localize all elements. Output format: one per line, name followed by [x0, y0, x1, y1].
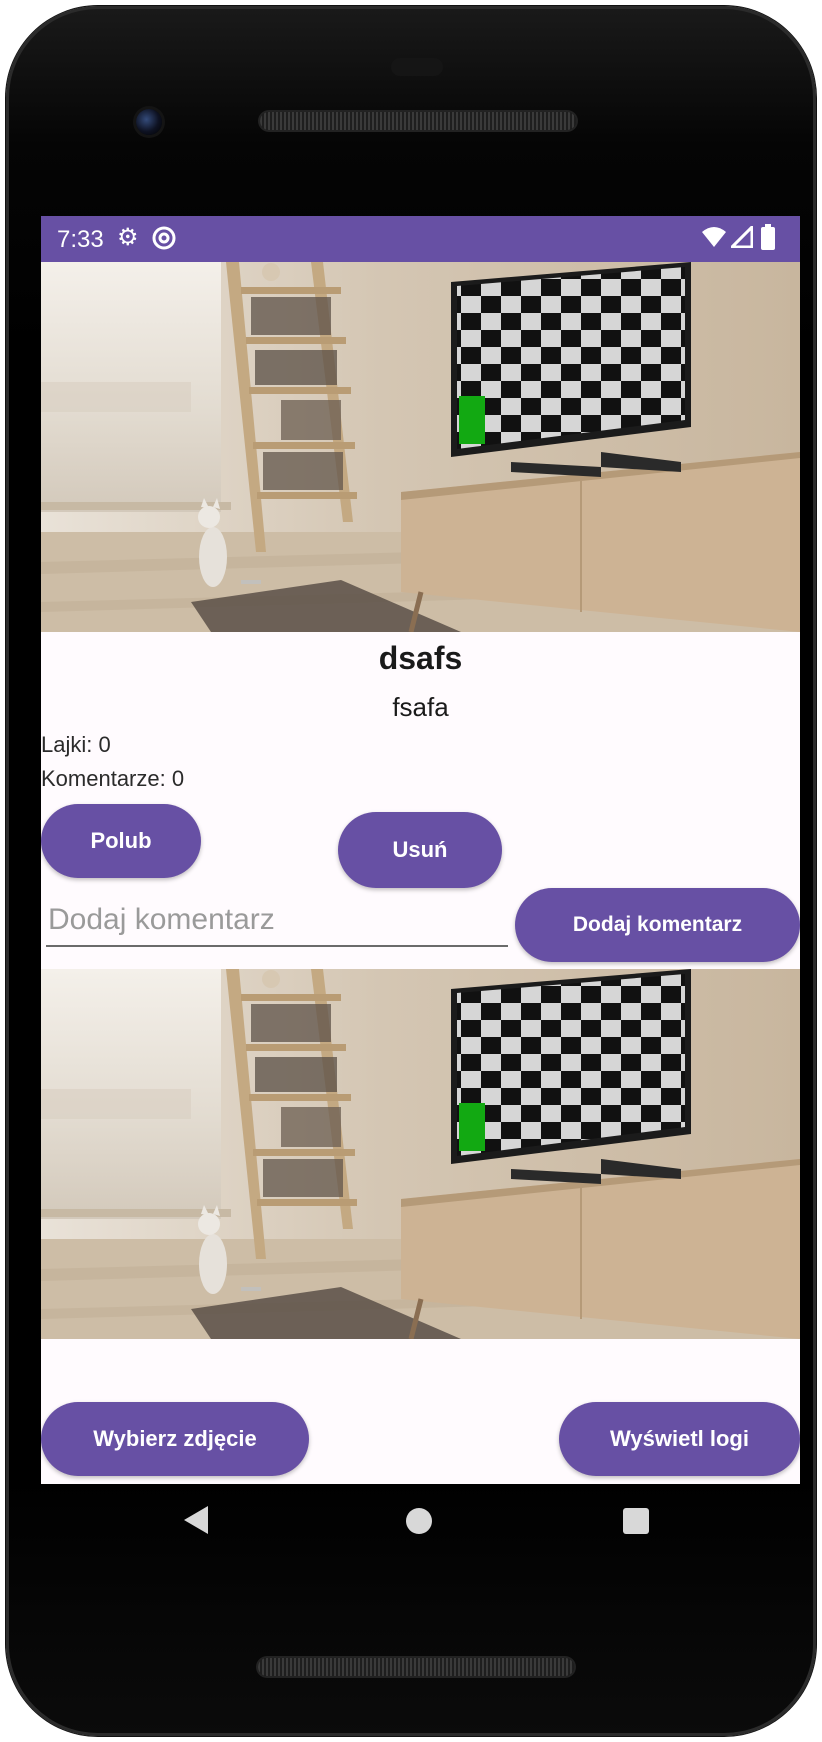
show-logs-button[interactable]: Wyświetl logi — [559, 1402, 800, 1476]
post-image-2 — [41, 969, 800, 1339]
signal-icon — [728, 223, 754, 255]
add-comment-button[interactable]: Dodaj komentarz — [515, 888, 800, 962]
post-title: dsafs — [378, 640, 463, 676]
post-description: fsafa — [392, 692, 449, 722]
earpiece-speaker — [260, 112, 576, 130]
comment-input[interactable] — [46, 895, 508, 947]
status-bar: 7:33 ⚙ — [41, 216, 800, 262]
comments-count: Komentarze: 0 — [41, 766, 185, 791]
recents-icon[interactable] — [623, 1508, 649, 1534]
battery-icon — [761, 224, 775, 257]
like-button[interactable]: Polub — [41, 804, 201, 878]
phone-frame: 7:33 ⚙ dsafs fsafa Lajki: 0 Komentarze: … — [6, 6, 816, 1736]
post-image — [41, 262, 800, 632]
back-icon[interactable] — [184, 1506, 208, 1534]
wifi-icon — [701, 226, 727, 255]
likes-count: Lajki: 0 — [41, 732, 111, 757]
delete-button[interactable]: Usuń — [338, 812, 502, 888]
app-screen: 7:33 ⚙ dsafs fsafa Lajki: 0 Komentarze: … — [41, 216, 800, 1484]
gear-icon: ⚙ — [117, 224, 139, 251]
status-time: 7:33 — [57, 226, 104, 253]
proximity-sensor — [391, 58, 443, 76]
front-camera — [136, 109, 162, 135]
bottom-speaker — [258, 1658, 574, 1676]
choose-photo-button[interactable]: Wybierz zdjęcie — [41, 1402, 309, 1476]
home-icon[interactable] — [406, 1508, 432, 1534]
sync-icon — [151, 224, 177, 258]
